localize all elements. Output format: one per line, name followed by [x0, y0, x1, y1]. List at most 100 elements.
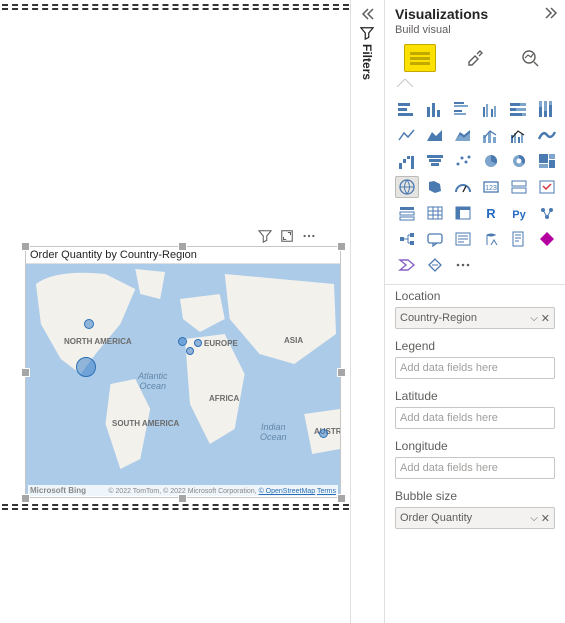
well-placeholder: Add data fields here [400, 362, 498, 374]
more-options-icon[interactable] [302, 229, 316, 243]
hundred-stacked-bar-icon[interactable] [507, 98, 531, 120]
resize-handle[interactable] [337, 242, 346, 251]
well-field[interactable]: Country-Region ⌵ ✕ [395, 307, 555, 329]
tab-format-visual[interactable] [459, 44, 491, 72]
clustered-bar-chart-icon[interactable] [451, 98, 475, 120]
chevron-down-icon[interactable]: ⌵ [530, 513, 538, 524]
focus-mode-icon[interactable] [280, 229, 294, 243]
r-visual-icon[interactable]: R [479, 202, 503, 224]
table-icon[interactable] [423, 202, 447, 224]
scatter-chart-icon[interactable] [451, 150, 475, 172]
map-bubble[interactable] [178, 337, 187, 346]
hundred-stacked-column-icon[interactable] [535, 98, 559, 120]
map-body[interactable]: NORTH AMERICA SOUTH AMERICA EUROPE AFRIC… [26, 264, 340, 496]
treemap-icon[interactable] [535, 150, 559, 172]
smart-narrative-icon[interactable] [451, 228, 475, 250]
resize-handle[interactable] [21, 242, 30, 251]
label-north-america: NORTH AMERICA [64, 337, 132, 346]
line-chart-icon[interactable] [395, 124, 419, 146]
paginated-report-icon[interactable] [507, 228, 531, 250]
get-more-visuals-icon[interactable] [451, 254, 475, 276]
resize-handle[interactable] [21, 494, 30, 503]
qa-visual-icon[interactable] [423, 228, 447, 250]
well-bubble-size: Bubble size Order Quantity ⌵ ✕ [395, 489, 555, 529]
map-bubble[interactable] [76, 357, 96, 377]
pane-tabs [385, 40, 565, 78]
power-apps-icon[interactable] [535, 228, 559, 250]
filled-map-icon[interactable] [423, 176, 447, 198]
azure-map-icon[interactable] [423, 254, 447, 276]
visualizations-title: Visualizations [395, 6, 488, 22]
remove-field-button[interactable]: ✕ [541, 312, 550, 325]
well-dropzone[interactable]: Add data fields here [395, 357, 555, 379]
pie-chart-icon[interactable] [479, 150, 503, 172]
expand-pane-button[interactable] [545, 7, 559, 22]
decomposition-tree-icon[interactable] [395, 228, 419, 250]
funnel-chart-icon[interactable] [423, 150, 447, 172]
kpi-icon[interactable] [535, 176, 559, 198]
filters-pane-collapsed[interactable]: Filters [355, 26, 379, 80]
remove-field-button[interactable]: ✕ [541, 512, 550, 525]
ribbon-chart-icon[interactable] [535, 124, 559, 146]
bing-logo: Microsoft Bing [30, 486, 86, 495]
well-label: Latitude [395, 389, 555, 403]
well-dropzone[interactable]: Add data fields here [395, 457, 555, 479]
field-wells: Location Country-Region ⌵ ✕ Legend Add d… [385, 285, 565, 543]
filters-label: Filters [360, 44, 374, 80]
area-chart-icon[interactable] [423, 124, 447, 146]
slicer-icon[interactable] [395, 202, 419, 224]
python-visual-icon[interactable]: Py [507, 202, 531, 224]
line-clustered-column-icon[interactable] [507, 124, 531, 146]
goals-icon[interactable] [479, 228, 503, 250]
well-label: Longitude [395, 439, 555, 453]
map-bubble[interactable] [186, 347, 194, 355]
power-automate-icon[interactable] [395, 254, 419, 276]
filter-icon[interactable] [258, 229, 272, 243]
well-label: Bubble size [395, 489, 555, 503]
well-field-value: Order Quantity [400, 512, 472, 524]
resize-handle[interactable] [337, 368, 346, 377]
key-influencers-icon[interactable] [535, 202, 559, 224]
credits-osm-link[interactable]: © OpenStreetMap [259, 488, 316, 495]
multi-row-card-icon[interactable] [507, 176, 531, 198]
stacked-bar-chart-icon[interactable] [395, 98, 419, 120]
tab-build-visual[interactable] [404, 44, 436, 72]
card-icon[interactable]: 123 [479, 176, 503, 198]
resize-handle[interactable] [21, 368, 30, 377]
visualizations-pane: Visualizations Build visual [384, 0, 565, 623]
resize-handle[interactable] [178, 242, 187, 251]
clustered-column-chart-icon[interactable] [479, 98, 503, 120]
credits-terms-link[interactable]: Terms [317, 488, 336, 495]
well-label: Legend [395, 339, 555, 353]
collapse-pane-button[interactable] [355, 4, 379, 24]
matrix-icon[interactable] [451, 202, 475, 224]
filters-icon [360, 26, 374, 40]
map-bubble[interactable] [84, 319, 94, 329]
well-placeholder: Add data fields here [400, 412, 498, 424]
map-icon[interactable] [395, 176, 419, 198]
well-dropzone[interactable]: Add data fields here [395, 407, 555, 429]
stacked-column-chart-icon[interactable] [423, 98, 447, 120]
stacked-area-chart-icon[interactable] [451, 124, 475, 146]
line-stacked-column-icon[interactable] [479, 124, 503, 146]
well-location: Location Country-Region ⌵ ✕ [395, 289, 555, 329]
label-africa: AFRICA [209, 394, 239, 403]
donut-chart-icon[interactable] [507, 150, 531, 172]
well-field[interactable]: Order Quantity ⌵ ✕ [395, 507, 555, 529]
pane-divider [350, 0, 351, 623]
well-label: Location [395, 289, 555, 303]
map-bubble[interactable] [194, 339, 202, 347]
label-asia: ASIA [284, 336, 303, 345]
resize-handle[interactable] [178, 494, 187, 503]
gauge-icon[interactable] [451, 176, 475, 198]
label-south-america: SOUTH AMERICA [112, 419, 179, 428]
map-visual[interactable]: Order Quantity by Country-Region NORTH A… [25, 246, 341, 498]
resize-handle[interactable] [337, 494, 346, 503]
tab-analytics[interactable] [514, 44, 546, 72]
canvas-boundary-bottom [2, 504, 349, 510]
chevron-down-icon[interactable]: ⌵ [530, 313, 538, 324]
well-field-value: Country-Region [400, 312, 477, 324]
waterfall-chart-icon[interactable] [395, 150, 419, 172]
map-bubble[interactable] [319, 429, 328, 438]
svg-text:R: R [486, 206, 496, 221]
